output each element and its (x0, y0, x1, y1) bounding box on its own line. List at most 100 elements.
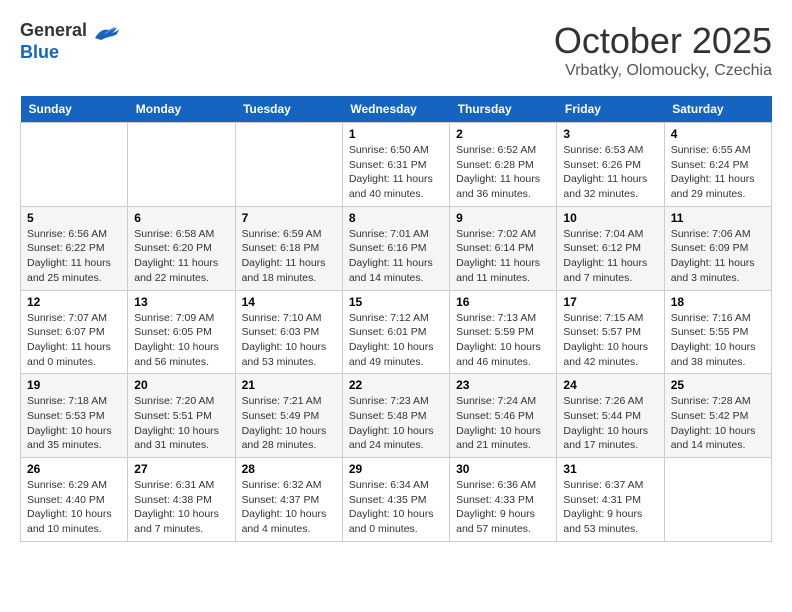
calendar-cell: 19Sunrise: 7:18 AMSunset: 5:53 PMDayligh… (21, 374, 128, 458)
logo-blue-text: Blue (20, 42, 119, 64)
day-number: 25 (671, 378, 765, 392)
day-number: 7 (242, 211, 336, 225)
calendar-cell: 18 Sunrise: 7:16 AMSunset: 5:55 PMDayligh… (664, 290, 771, 374)
day-info: Sunrise: 7:28 AMSunset: 5:42 PMDaylight:… (671, 394, 765, 453)
day-number: 26 (27, 462, 121, 476)
calendar-cell (21, 123, 128, 207)
calendar-cell: 22Sunrise: 7:23 AMSunset: 5:48 PMDayligh… (342, 374, 449, 458)
day-info: Sunrise: 6:56 AMSunset: 6:22 PMDaylight:… (27, 227, 121, 286)
weekday-header-row: SundayMondayTuesdayWednesdayThursdayFrid… (21, 96, 772, 123)
calendar-cell: 16 Sunrise: 7:13 AMSunset: 5:59 PMDayligh… (450, 290, 557, 374)
day-number: 9 (456, 211, 550, 225)
logo-general-text: General (20, 20, 87, 42)
day-info: Sunrise: 7:13 AMSunset: 5:59 PMDaylight:… (456, 311, 550, 370)
day-info: Sunrise: 6:37 AMSunset: 4:31 PMDaylight:… (563, 478, 657, 537)
day-number: 16 (456, 295, 550, 309)
calendar-cell: 26 Sunrise: 6:29 AMSunset: 4:40 PMDayligh… (21, 458, 128, 542)
calendar-cell (664, 458, 771, 542)
calendar-cell (235, 123, 342, 207)
calendar-week-3: 12 Sunrise: 7:07 AMSunset: 6:07 PMDayligh… (21, 290, 772, 374)
weekday-header-tuesday: Tuesday (235, 96, 342, 123)
calendar-week-4: 19Sunrise: 7:18 AMSunset: 5:53 PMDayligh… (21, 374, 772, 458)
calendar-cell: 11 Sunrise: 7:06 AMSunset: 6:09 PMDayligh… (664, 206, 771, 290)
calendar-cell: 4Sunrise: 6:55 AMSunset: 6:24 PMDaylight… (664, 123, 771, 207)
calendar-cell: 8Sunrise: 7:01 AMSunset: 6:16 PMDaylight… (342, 206, 449, 290)
calendar-cell: 9 Sunrise: 7:02 AMSunset: 6:14 PMDaylight… (450, 206, 557, 290)
calendar-week-5: 26 Sunrise: 6:29 AMSunset: 4:40 PMDayligh… (21, 458, 772, 542)
calendar-cell: 31 Sunrise: 6:37 AMSunset: 4:31 PMDayligh… (557, 458, 664, 542)
day-info: Sunrise: 7:06 AMSunset: 6:09 PMDaylight:… (671, 227, 765, 286)
day-info: Sunrise: 6:59 AMSunset: 6:18 PMDaylight:… (242, 227, 336, 286)
calendar-cell: 6Sunrise: 6:58 AMSunset: 6:20 PMDaylight… (128, 206, 235, 290)
calendar-cell: 20 Sunrise: 7:20 AMSunset: 5:51 PMDayligh… (128, 374, 235, 458)
day-number: 14 (242, 295, 336, 309)
calendar-cell: 30 Sunrise: 6:36 AMSunset: 4:33 PMDayligh… (450, 458, 557, 542)
day-number: 15 (349, 295, 443, 309)
day-info: Sunrise: 7:20 AMSunset: 5:51 PMDaylight:… (134, 394, 228, 453)
day-number: 13 (134, 295, 228, 309)
calendar-cell: 25 Sunrise: 7:28 AMSunset: 5:42 PMDayligh… (664, 374, 771, 458)
day-info: Sunrise: 6:32 AMSunset: 4:37 PMDaylight:… (242, 478, 336, 537)
calendar-cell: 12 Sunrise: 7:07 AMSunset: 6:07 PMDayligh… (21, 290, 128, 374)
logo-bird-icon (91, 24, 119, 42)
weekday-header-friday: Friday (557, 96, 664, 123)
calendar-cell: 29 Sunrise: 6:34 AMSunset: 4:35 PMDayligh… (342, 458, 449, 542)
day-info: Sunrise: 6:36 AMSunset: 4:33 PMDaylight:… (456, 478, 550, 537)
calendar-cell: 2Sunrise: 6:52 AMSunset: 6:28 PMDaylight… (450, 123, 557, 207)
day-number: 31 (563, 462, 657, 476)
day-info: Sunrise: 7:09 AMSunset: 6:05 PMDaylight:… (134, 311, 228, 370)
calendar-cell: 13 Sunrise: 7:09 AMSunset: 6:05 PMDayligh… (128, 290, 235, 374)
day-number: 10 (563, 211, 657, 225)
calendar-cell: 28 Sunrise: 6:32 AMSunset: 4:37 PMDayligh… (235, 458, 342, 542)
day-number: 29 (349, 462, 443, 476)
day-info: Sunrise: 7:01 AMSunset: 6:16 PMDaylight:… (349, 227, 443, 286)
day-number: 21 (242, 378, 336, 392)
day-info: Sunrise: 6:53 AMSunset: 6:26 PMDaylight:… (563, 143, 657, 202)
weekday-header-monday: Monday (128, 96, 235, 123)
weekday-header-sunday: Sunday (21, 96, 128, 123)
calendar-cell: 3 Sunrise: 6:53 AMSunset: 6:26 PMDaylight… (557, 123, 664, 207)
logo: General Blue (20, 20, 119, 63)
day-info: Sunrise: 7:24 AMSunset: 5:46 PMDaylight:… (456, 394, 550, 453)
day-info: Sunrise: 7:07 AMSunset: 6:07 PMDaylight:… (27, 311, 121, 370)
day-number: 28 (242, 462, 336, 476)
day-number: 11 (671, 211, 765, 225)
day-info: Sunrise: 7:04 AMSunset: 6:12 PMDaylight:… (563, 227, 657, 286)
day-info: Sunrise: 7:16 AMSunset: 5:55 PMDaylight:… (671, 311, 765, 370)
day-info: Sunrise: 7:02 AMSunset: 6:14 PMDaylight:… (456, 227, 550, 286)
weekday-header-thursday: Thursday (450, 96, 557, 123)
day-number: 5 (27, 211, 121, 225)
day-number: 27 (134, 462, 228, 476)
day-number: 12 (27, 295, 121, 309)
month-title: October 2025 (554, 20, 772, 62)
day-number: 20 (134, 378, 228, 392)
calendar-week-2: 5 Sunrise: 6:56 AMSunset: 6:22 PMDaylight… (21, 206, 772, 290)
day-info: Sunrise: 6:58 AMSunset: 6:20 PMDaylight:… (134, 227, 228, 286)
day-number: 4 (671, 127, 765, 141)
calendar-cell: 23 Sunrise: 7:24 AMSunset: 5:46 PMDayligh… (450, 374, 557, 458)
weekday-header-saturday: Saturday (664, 96, 771, 123)
day-info: Sunrise: 7:12 AMSunset: 6:01 PMDaylight:… (349, 311, 443, 370)
calendar-week-1: 1Sunrise: 6:50 AMSunset: 6:31 PMDaylight… (21, 123, 772, 207)
calendar-cell: 21Sunrise: 7:21 AMSunset: 5:49 PMDayligh… (235, 374, 342, 458)
calendar-cell: 15 Sunrise: 7:12 AMSunset: 6:01 PMDayligh… (342, 290, 449, 374)
calendar-cell: 17Sunrise: 7:15 AMSunset: 5:57 PMDayligh… (557, 290, 664, 374)
day-info: Sunrise: 7:26 AMSunset: 5:44 PMDaylight:… (563, 394, 657, 453)
day-info: Sunrise: 6:29 AMSunset: 4:40 PMDaylight:… (27, 478, 121, 537)
page-header: General Blue October 2025 Vrbatky, Olomo… (20, 20, 772, 80)
day-number: 23 (456, 378, 550, 392)
day-number: 30 (456, 462, 550, 476)
day-number: 2 (456, 127, 550, 141)
calendar-cell: 10 Sunrise: 7:04 AMSunset: 6:12 PMDayligh… (557, 206, 664, 290)
calendar-cell: 24Sunrise: 7:26 AMSunset: 5:44 PMDayligh… (557, 374, 664, 458)
calendar-cell: 5 Sunrise: 6:56 AMSunset: 6:22 PMDaylight… (21, 206, 128, 290)
day-number: 18 (671, 295, 765, 309)
day-info: Sunrise: 6:34 AMSunset: 4:35 PMDaylight:… (349, 478, 443, 537)
weekday-header-wednesday: Wednesday (342, 96, 449, 123)
day-number: 1 (349, 127, 443, 141)
calendar-cell: 14Sunrise: 7:10 AMSunset: 6:03 PMDayligh… (235, 290, 342, 374)
day-number: 3 (563, 127, 657, 141)
calendar-cell: 27Sunrise: 6:31 AMSunset: 4:38 PMDayligh… (128, 458, 235, 542)
calendar-cell: 7 Sunrise: 6:59 AMSunset: 6:18 PMDaylight… (235, 206, 342, 290)
day-info: Sunrise: 7:15 AMSunset: 5:57 PMDaylight:… (563, 311, 657, 370)
